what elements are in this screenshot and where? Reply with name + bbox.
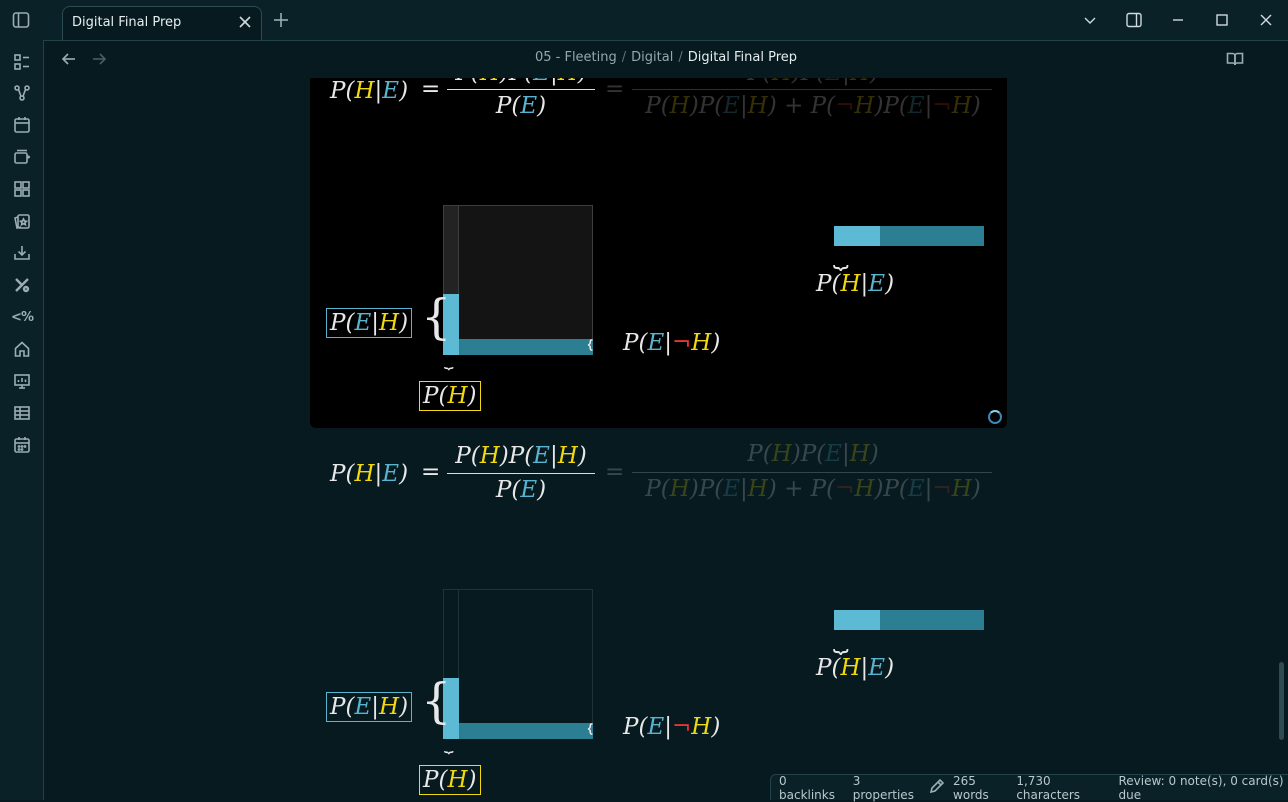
- label-p-e-given-h: P(E|H): [326, 308, 413, 338]
- expanded-numerator: P(H)P(E|H): [747, 441, 879, 467]
- percent-icon[interactable]: <%: [11, 307, 34, 327]
- close-tab-icon[interactable]: [237, 14, 253, 34]
- right-sidebar-toggle-icon[interactable]: [1112, 0, 1156, 40]
- expanded-denominator: P(H)P(E|H) + P(¬H)P(E|¬H): [645, 476, 981, 502]
- equals-sign: =: [421, 78, 441, 102]
- fraction-bar: [447, 89, 595, 90]
- status-bar: 0 backlinks 3 properties 265 words 1,730…: [770, 773, 1288, 802]
- bottom-brace: ⏟: [444, 734, 454, 753]
- fraction-bar: [447, 473, 595, 474]
- label-p-h: P(H): [419, 381, 481, 411]
- slides-icon[interactable]: [12, 371, 32, 391]
- sidebar-toggle-icon[interactable]: [12, 11, 30, 33]
- maximize-icon[interactable]: [1200, 0, 1244, 40]
- breadcrumb-fleeting[interactable]: 05 - Fleeting: [535, 50, 617, 65]
- daily-calendar-icon[interactable]: [12, 435, 32, 455]
- note-content: P(H|E) = P(H)P(E|H) P(E) = P(H)P(E|H) P(…: [44, 78, 1288, 800]
- label-p-e-given-not-h: P(E|¬H): [623, 330, 721, 356]
- breadcrumb-current[interactable]: Digital Final Prep: [688, 50, 797, 65]
- close-window-icon[interactable]: [1244, 0, 1288, 40]
- bayes-lhs: P(H|E): [330, 78, 409, 104]
- edit-pencil-icon[interactable]: [929, 778, 945, 797]
- window-controls: [1068, 0, 1288, 40]
- bayes-denominator: P(E): [495, 93, 547, 119]
- bayes-numerator: P(H)P(E|H): [446, 78, 596, 86]
- label-p-h-given-e: P(H|E): [816, 655, 895, 681]
- home-icon[interactable]: [12, 339, 32, 359]
- backlinks-count[interactable]: 0 backlinks: [779, 774, 839, 802]
- ribbon: <%: [0, 40, 44, 800]
- probability-square: [443, 589, 593, 739]
- title-bar: Digital Final Prep: [0, 0, 1288, 41]
- label-p-h: P(H): [419, 765, 481, 795]
- new-tab-icon[interactable]: [272, 11, 290, 33]
- breadcrumb: 05 - Fleeting / Digital / Digital Final Prep: [0, 50, 1288, 65]
- fraction-bar: [632, 89, 992, 90]
- blocks-icon[interactable]: [12, 179, 32, 199]
- tab-digital-final-prep[interactable]: Digital Final Prep: [62, 6, 262, 40]
- tab-title: Digital Final Prep: [72, 15, 182, 30]
- expanded-numerator: P(H)P(E|H): [632, 78, 994, 86]
- bayes-denominator: P(E): [495, 477, 547, 503]
- label-p-e-given-h: P(E|H): [326, 692, 413, 722]
- breadcrumb-digital[interactable]: Digital: [631, 50, 673, 65]
- posterior-brace: ⏟: [833, 624, 849, 654]
- label-p-h-given-e: P(H|E): [816, 271, 895, 297]
- import-icon[interactable]: [12, 243, 32, 263]
- word-count: 265 words: [953, 773, 989, 802]
- evidence-given-not-h-bar: [459, 723, 593, 739]
- posterior-brace: ⏟: [833, 240, 849, 270]
- minimize-icon[interactable]: [1156, 0, 1200, 40]
- fraction-bar: [632, 472, 992, 473]
- breadcrumb-separator: /: [621, 50, 627, 65]
- tools-icon[interactable]: [12, 275, 32, 295]
- character-count: 1,730 characters: [1016, 773, 1081, 802]
- table-icon[interactable]: [12, 403, 32, 423]
- loading-spinner-icon: [988, 410, 1002, 424]
- graph-icon[interactable]: [12, 83, 32, 103]
- scrollbar-thumb[interactable]: [1279, 662, 1284, 740]
- label-p-e-given-not-h: P(E|¬H): [623, 714, 721, 740]
- probability-square: [443, 205, 593, 355]
- properties-count[interactable]: 3 properties: [853, 774, 917, 802]
- expanded-denominator: P(H)P(E|H) + P(¬H)P(E|¬H): [645, 93, 981, 119]
- left-brace: {: [421, 673, 452, 729]
- calendar-icon[interactable]: [12, 115, 32, 135]
- tab-list-chevron-down-icon[interactable]: [1068, 0, 1112, 40]
- video-frame: P(H|E) = P(H)P(E|H) P(E) = P(H)P(E|H) P(…: [310, 78, 1007, 428]
- breadcrumb-separator: /: [678, 50, 683, 65]
- evidence-given-not-h-bar: [459, 339, 593, 355]
- right-brace: ⏟: [589, 339, 613, 351]
- equation-block: P(H|E) = P(H)P(E|H) P(E) = P(H)P(E|H) P(…: [310, 441, 1007, 800]
- new-card-icon[interactable]: [12, 147, 32, 167]
- bayes-lhs: P(H|E): [330, 461, 409, 487]
- bottom-brace: ⏟: [444, 350, 454, 369]
- reading-view-book-icon[interactable]: [1226, 50, 1244, 72]
- flashcards-icon[interactable]: [12, 211, 32, 231]
- left-brace: {: [421, 289, 452, 345]
- bayes-numerator: P(H)P(E|H): [455, 443, 587, 469]
- review-status[interactable]: Review: 0 note(s), 0 card(s) due: [1118, 774, 1288, 802]
- right-brace: ⏟: [589, 723, 613, 735]
